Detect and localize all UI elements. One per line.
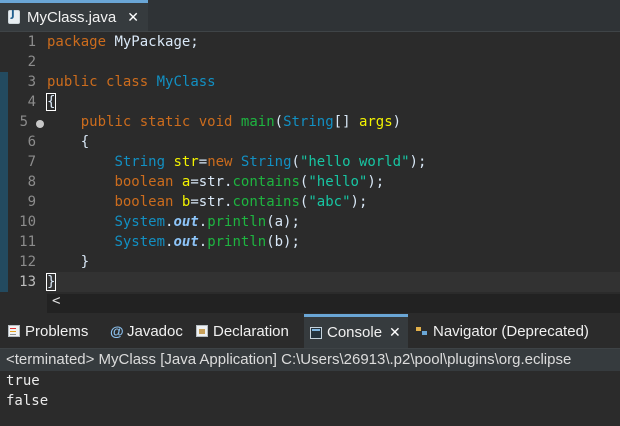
current-line-highlight bbox=[47, 272, 620, 292]
code-line-3: public class MyClass bbox=[47, 74, 216, 90]
tab-label: Console bbox=[327, 324, 383, 341]
code-line-13: } bbox=[45, 272, 57, 292]
code-line-10: System.out.println(a); bbox=[114, 214, 300, 230]
console-status-bar: <terminated> MyClass [Java Application] … bbox=[0, 349, 620, 371]
line-number: 4 bbox=[27, 94, 36, 110]
tab-javadoc[interactable]: @ Javadoc bbox=[110, 314, 183, 348]
code-line-6: { bbox=[80, 134, 90, 150]
javadoc-icon: @ bbox=[110, 323, 124, 339]
line-number: 5 bbox=[19, 114, 28, 130]
editor-tab-title: MyClass.java bbox=[27, 8, 117, 26]
editor-tab-myclass[interactable]: MyClass.java ✕ bbox=[0, 0, 148, 31]
tab-label: Navigator (Deprecated) bbox=[433, 322, 589, 340]
line-number-ruler: 1 2 3 4 5 6 7 8 9 10 11 12 13 bbox=[8, 32, 38, 292]
code-line-7: String str=new String("hello world"); bbox=[114, 154, 427, 170]
code-line-5: public static void main(String[] args) bbox=[80, 114, 402, 130]
line-number: 10 bbox=[19, 214, 36, 230]
change-marker-bar bbox=[0, 72, 8, 292]
line-number: 3 bbox=[27, 74, 36, 90]
line-number: 11 bbox=[19, 234, 36, 250]
line-number: 8 bbox=[27, 174, 36, 190]
console-output[interactable]: true false bbox=[0, 371, 620, 426]
line-number: 13 bbox=[19, 274, 36, 290]
code-area[interactable]: package MyPackage; public class MyClass … bbox=[45, 32, 620, 292]
view-tab-bar: Problems @ Javadoc Declaration Console ✕… bbox=[0, 314, 620, 349]
console-line: false bbox=[6, 393, 49, 409]
editor-tab-bar: MyClass.java ✕ bbox=[0, 0, 620, 32]
line-number: 9 bbox=[27, 194, 36, 210]
horizontal-scrollbar[interactable]: < bbox=[0, 292, 620, 314]
declaration-icon bbox=[196, 325, 208, 337]
line-number: 2 bbox=[27, 54, 36, 70]
tab-problems[interactable]: Problems bbox=[8, 314, 88, 348]
tab-declaration[interactable]: Declaration bbox=[196, 314, 289, 348]
line-number: 6 bbox=[27, 134, 36, 150]
console-icon bbox=[310, 326, 322, 339]
tab-label: Javadoc bbox=[127, 322, 183, 340]
close-icon[interactable]: ✕ bbox=[127, 9, 139, 26]
tab-label: Problems bbox=[25, 322, 89, 340]
code-line-4: { bbox=[45, 92, 57, 112]
fold-toggle-icon[interactable] bbox=[36, 120, 44, 128]
code-line-8: boolean a=str.contains("hello"); bbox=[114, 174, 385, 190]
matching-brace: } bbox=[45, 273, 57, 291]
code-line-12: } bbox=[80, 254, 90, 270]
console-line: true bbox=[6, 373, 40, 389]
line-number: 1 bbox=[27, 34, 36, 50]
code-line-11: System.out.println(b); bbox=[114, 234, 300, 250]
tab-console[interactable]: Console ✕ bbox=[304, 314, 408, 348]
code-editor[interactable]: 1 2 3 4 5 6 7 8 9 10 11 12 13 package My… bbox=[0, 32, 620, 292]
tab-label: Declaration bbox=[213, 322, 289, 340]
scroll-left-icon[interactable]: < bbox=[52, 293, 60, 309]
java-file-icon bbox=[8, 9, 20, 24]
scrollbar-track[interactable] bbox=[47, 294, 620, 313]
line-number: 7 bbox=[27, 154, 36, 170]
tab-navigator[interactable]: Navigator (Deprecated) bbox=[416, 314, 589, 348]
bottom-panel: Problems @ Javadoc Declaration Console ✕… bbox=[0, 314, 620, 426]
code-line-1: package MyPackage; bbox=[47, 34, 199, 50]
problems-icon bbox=[8, 325, 20, 337]
close-icon[interactable]: ✕ bbox=[389, 324, 401, 341]
navigator-icon bbox=[416, 325, 428, 337]
code-line-9: boolean b=str.contains("abc"); bbox=[114, 194, 368, 210]
text-caret bbox=[55, 274, 57, 290]
matching-brace: { bbox=[45, 93, 57, 111]
line-number: 12 bbox=[19, 254, 36, 270]
